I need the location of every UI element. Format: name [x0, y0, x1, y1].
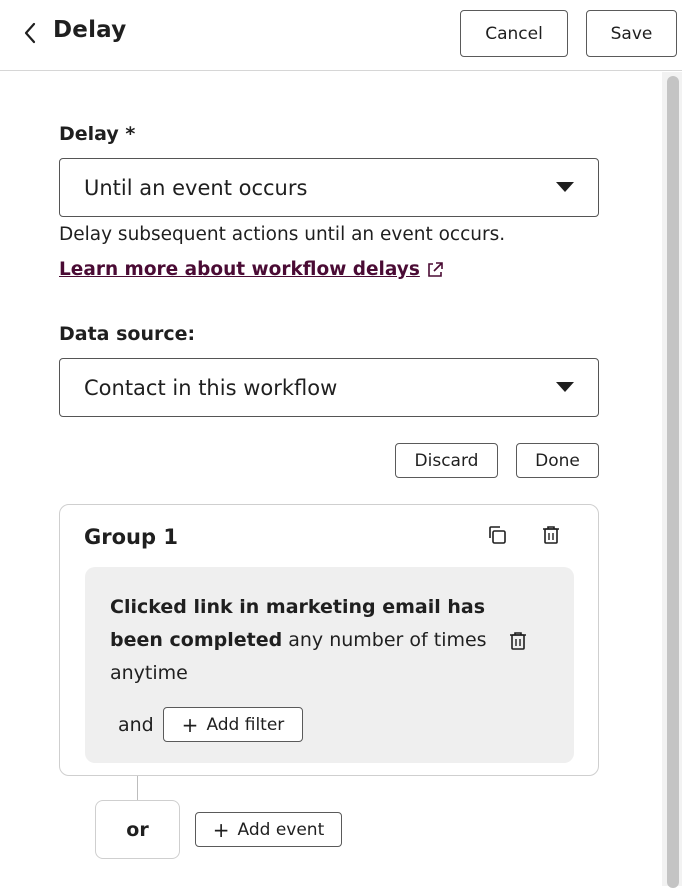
trash-icon: [510, 632, 526, 650]
page-title: Delay: [53, 17, 127, 43]
add-event-label: Add event: [237, 819, 325, 840]
delete-filter-button[interactable]: [505, 628, 531, 654]
back-button[interactable]: [16, 18, 44, 48]
and-label: and: [118, 714, 154, 736]
plus-icon: +: [181, 712, 199, 737]
external-link-icon: [428, 261, 443, 277]
event-filter-card: Clicked link in marketing email has been…: [85, 567, 574, 763]
event-filter-description[interactable]: Clicked link in marketing email has been…: [110, 591, 500, 690]
learn-more-link-text: Learn more about workflow delays: [59, 259, 420, 280]
learn-more-link[interactable]: Learn more about workflow delays: [59, 259, 444, 280]
caret-down-icon: [556, 382, 574, 392]
discard-button[interactable]: Discard: [395, 443, 498, 478]
or-button[interactable]: or: [95, 800, 180, 859]
done-button[interactable]: Done: [516, 443, 599, 478]
data-source-select[interactable]: Contact in this workflow: [59, 358, 599, 417]
copy-icon: [489, 526, 506, 544]
save-button[interactable]: Save: [586, 10, 677, 57]
plus-icon: +: [212, 817, 230, 842]
group-connector-line: [137, 776, 138, 801]
chevron-left-icon: [24, 22, 36, 44]
delay-help-text: Delay subsequent actions until an event …: [59, 224, 506, 245]
group-title: Group 1: [84, 525, 178, 549]
header-bar: Delay Cancel Save: [0, 0, 682, 71]
scrollbar-thumb[interactable]: [667, 76, 679, 888]
delete-group-button[interactable]: [538, 522, 564, 548]
caret-down-icon: [556, 182, 574, 192]
add-event-button[interactable]: + Add event: [195, 812, 342, 847]
add-filter-button[interactable]: + Add filter: [163, 707, 303, 742]
delay-select[interactable]: Until an event occurs: [59, 158, 599, 217]
trash-icon: [543, 526, 559, 544]
cancel-button[interactable]: Cancel: [460, 10, 568, 57]
data-source-select-value: Contact in this workflow: [84, 375, 338, 400]
add-filter-label: Add filter: [206, 714, 285, 735]
delay-select-value: Until an event occurs: [84, 175, 308, 200]
data-source-label: Data source:: [59, 323, 196, 345]
group-card: Group 1 Clicked link in marketing email …: [59, 504, 599, 776]
copy-group-button[interactable]: [484, 522, 510, 548]
delay-label: Delay *: [59, 123, 136, 145]
